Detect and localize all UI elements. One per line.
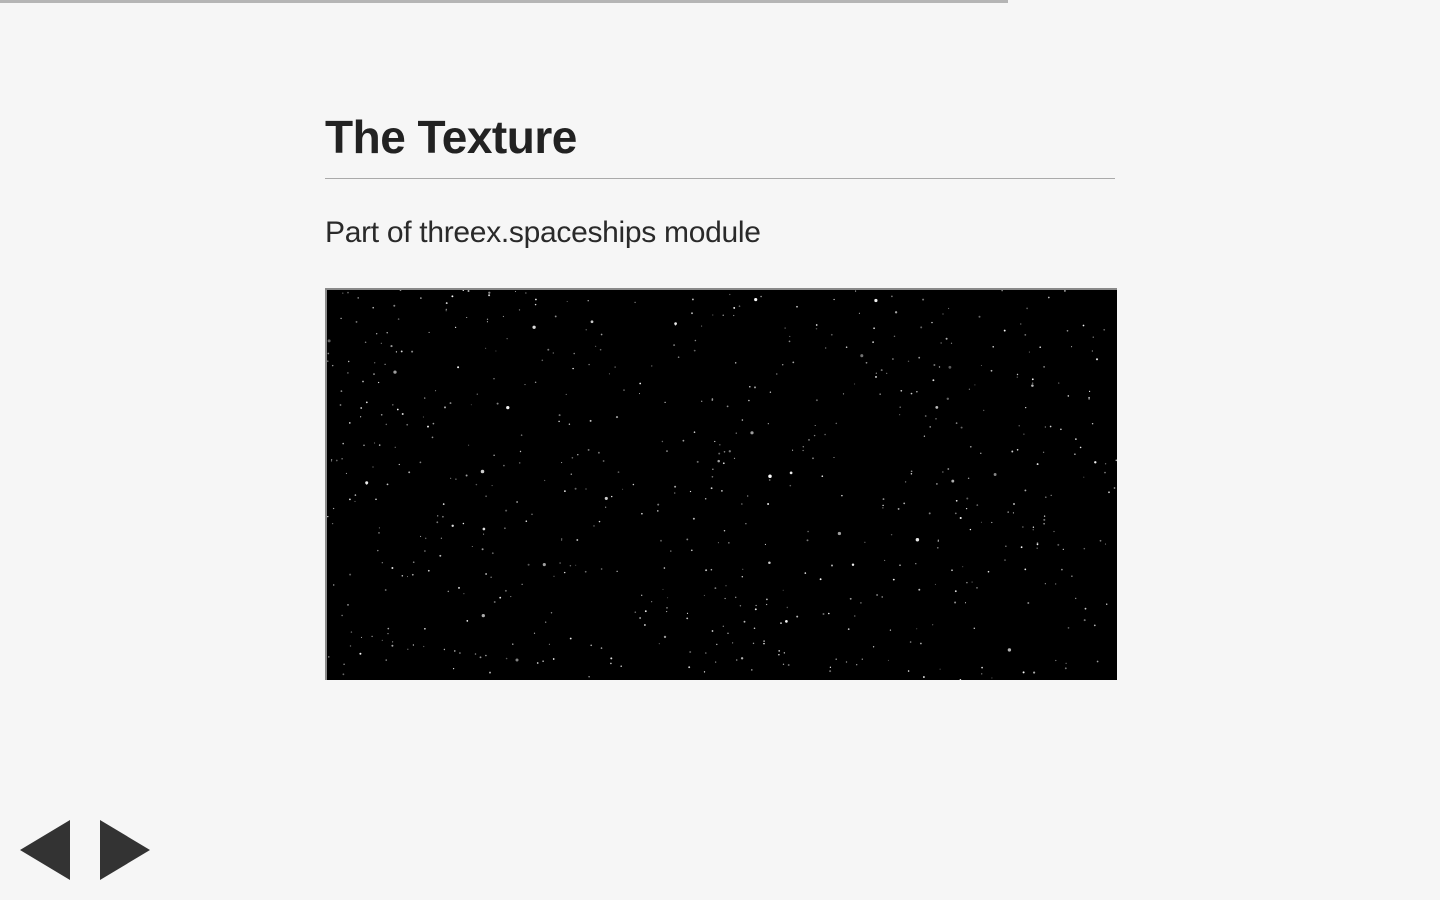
starfield-image xyxy=(327,290,1117,680)
triangle-left-icon xyxy=(20,820,70,880)
slide-content: The Texture Part of threex.spaceships mo… xyxy=(325,108,1115,253)
triangle-right-icon xyxy=(100,820,150,880)
slide-navigation xyxy=(20,820,160,880)
starfield-texture-image xyxy=(325,288,1117,680)
progress-bar-fill xyxy=(0,0,1008,3)
slide-subtitle: Part of threex.spaceships module xyxy=(325,216,761,249)
previous-slide-button[interactable] xyxy=(20,820,70,880)
slide-title: The Texture xyxy=(325,108,1115,179)
progress-bar xyxy=(0,0,1440,3)
next-slide-button[interactable] xyxy=(100,820,150,880)
